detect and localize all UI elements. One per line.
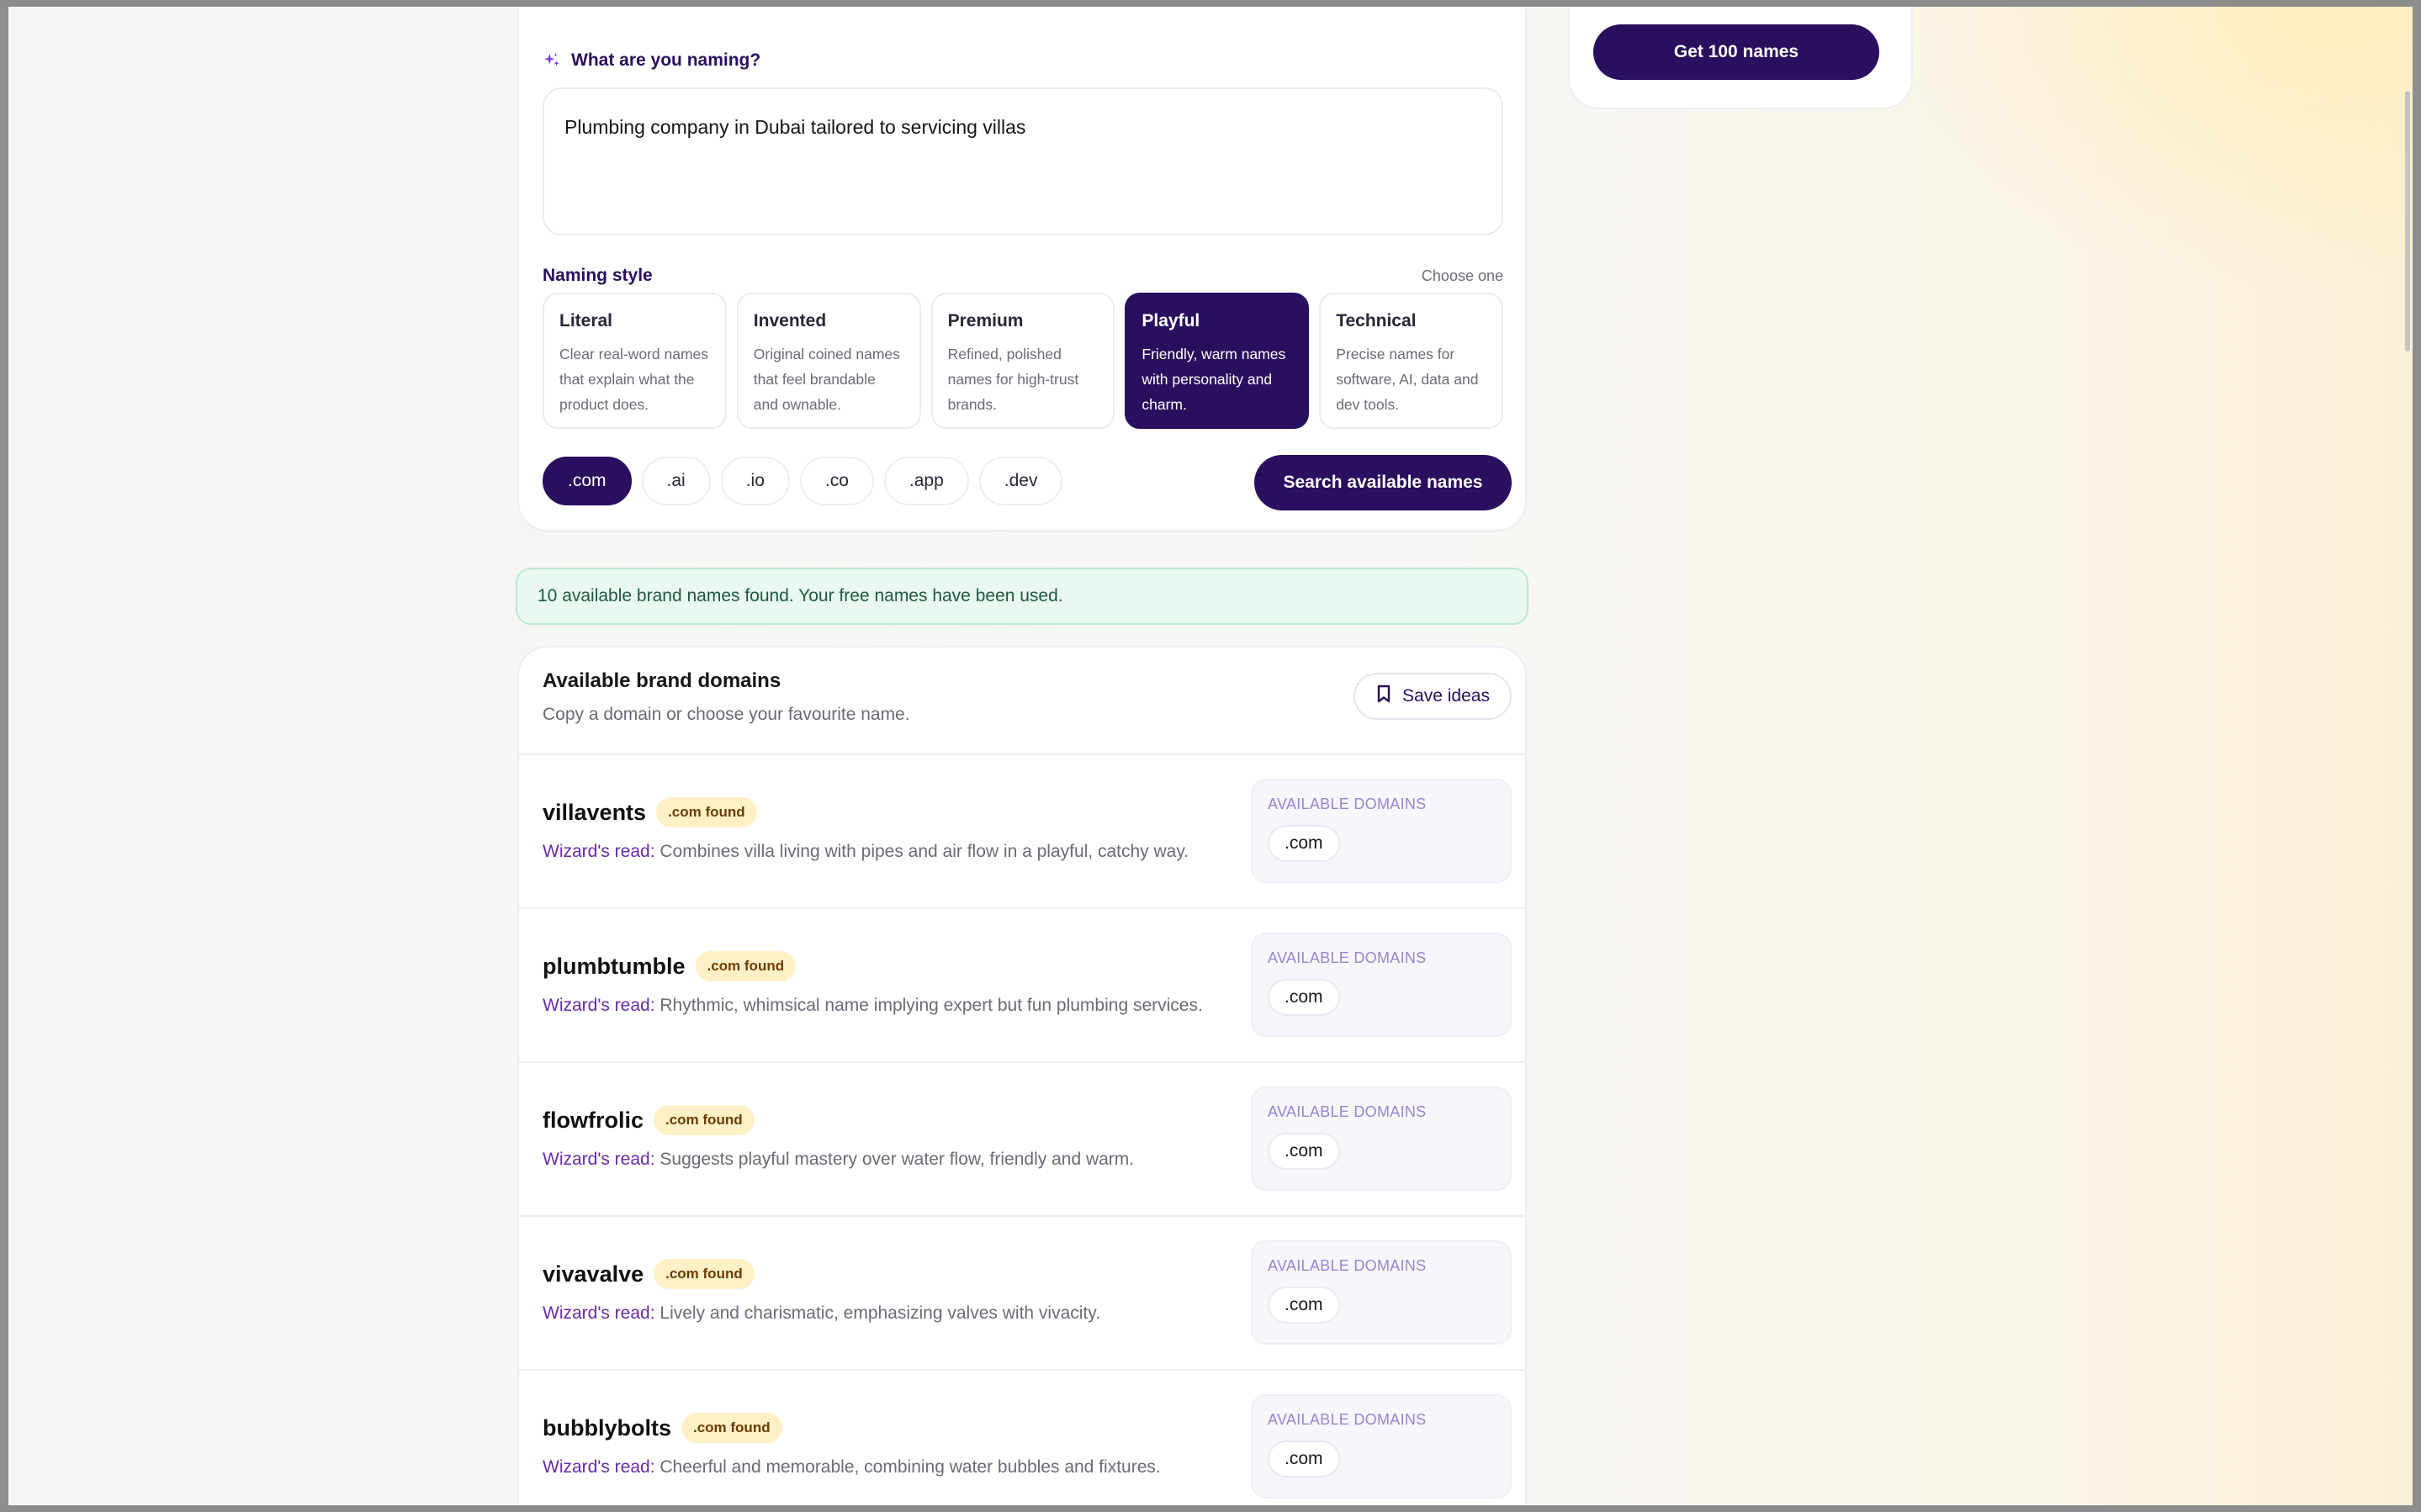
search-available-names-button[interactable]: Search available names xyxy=(1254,455,1512,510)
style-option-literal[interactable]: Literal Clear real-word names that expla… xyxy=(543,293,727,429)
domain-chip[interactable]: .com xyxy=(1268,1441,1340,1478)
results-subtitle: Copy a domain or choose your favourite n… xyxy=(543,705,910,724)
get-100-names-button[interactable]: Get 100 names xyxy=(1593,24,1879,80)
available-domains-label: AVAILABLE DOMAINS xyxy=(1268,1257,1427,1274)
style-description: Clear real-word names that explain what … xyxy=(559,346,709,413)
domain-chip[interactable]: .com xyxy=(1268,1133,1340,1170)
wizard-read-text: Rhythmic, whimsical name implying expert… xyxy=(660,996,1203,1015)
wizard-read-text: Cheerful and memorable, combining water … xyxy=(660,1457,1161,1477)
style-title: Playful xyxy=(1142,311,1200,330)
brand-name[interactable]: plumbtumble xyxy=(543,954,686,980)
style-option-premium[interactable]: Premium Refined, polished names for high… xyxy=(930,293,1115,429)
com-found-badge: .com found xyxy=(681,1413,782,1443)
available-domains-box: AVAILABLE DOMAINS .com xyxy=(1251,1240,1512,1345)
description-textarea[interactable]: Plumbing company in Dubai tailored to se… xyxy=(543,87,1503,235)
brand-name[interactable]: flowfrolic xyxy=(543,1108,644,1134)
sparkle-icon xyxy=(543,51,561,70)
tld-dev[interactable]: .dev xyxy=(978,457,1063,505)
tld-io[interactable]: .io xyxy=(720,457,790,505)
style-title: Technical xyxy=(1336,311,1417,330)
upgrade-card: Get 100 names xyxy=(1568,7,1913,109)
brand-name[interactable]: villavents xyxy=(543,800,646,826)
result-row: plumbtumble .com found Wizard's read: Rh… xyxy=(519,909,1525,1063)
style-title: Premium xyxy=(947,311,1024,330)
tld-co[interactable]: .co xyxy=(799,457,874,505)
tld-ai[interactable]: .ai xyxy=(641,457,711,505)
style-title: Invented xyxy=(753,311,827,330)
available-domains-label: AVAILABLE DOMAINS xyxy=(1268,949,1427,966)
available-domains-box: AVAILABLE DOMAINS .com xyxy=(1251,1394,1512,1499)
result-row: flowfrolic .com found Wizard's read: Sug… xyxy=(519,1063,1525,1217)
style-title: Literal xyxy=(559,311,613,330)
available-domains-box: AVAILABLE DOMAINS .com xyxy=(1251,1086,1512,1191)
scrollbar[interactable] xyxy=(2401,7,2413,1505)
brand-name[interactable]: bubblybolts xyxy=(543,1415,671,1441)
wizard-read-label: Wizard's read: xyxy=(543,842,655,861)
naming-style-title: Naming style xyxy=(543,266,653,285)
wizard-read-text: Combines villa living with pipes and air… xyxy=(660,842,1189,861)
scrollbar-thumb[interactable] xyxy=(2405,91,2410,352)
available-domains-label: AVAILABLE DOMAINS xyxy=(1268,1103,1427,1120)
results-title: Available brand domains xyxy=(543,669,781,692)
page: Get 100 names What are you naming? Plumb… xyxy=(8,7,2413,1505)
com-found-badge: .com found xyxy=(656,797,757,827)
wizard-read: Wizard's read: Suggests playful mastery … xyxy=(543,1150,1134,1170)
save-ideas-label: Save ideas xyxy=(1402,686,1490,706)
com-found-badge: .com found xyxy=(654,1105,755,1135)
available-domains-label: AVAILABLE DOMAINS xyxy=(1268,796,1427,812)
status-notice: 10 available brand names found. Your fre… xyxy=(516,568,1528,625)
question-label: What are you naming? xyxy=(571,50,761,70)
tld-selector: .com .ai .io .co .app .dev xyxy=(543,457,1063,505)
wizard-read: Wizard's read: Lively and charismatic, e… xyxy=(543,1303,1100,1324)
question-header: What are you naming? xyxy=(543,50,760,71)
wizard-read: Wizard's read: Rhythmic, whimsical name … xyxy=(543,996,1203,1016)
wizard-read: Wizard's read: Cheerful and memorable, c… xyxy=(543,1457,1161,1478)
available-domains-label: AVAILABLE DOMAINS xyxy=(1268,1411,1427,1428)
com-found-badge: .com found xyxy=(695,951,797,981)
naming-style-options: Literal Clear real-word names that expla… xyxy=(543,293,1503,429)
domain-chip[interactable]: .com xyxy=(1268,825,1340,862)
domain-chip[interactable]: .com xyxy=(1268,979,1340,1016)
style-description: Friendly, warm names with personality an… xyxy=(1142,346,1286,413)
naming-form: What are you naming? Plumbing company in… xyxy=(517,7,1527,531)
wizard-read: Wizard's read: Combines villa living wit… xyxy=(543,842,1189,862)
result-row: bubblybolts .com found Wizard's read: Ch… xyxy=(519,1371,1525,1505)
wizard-read-label: Wizard's read: xyxy=(543,1457,655,1477)
wizard-read-text: Lively and charismatic, emphasizing valv… xyxy=(660,1303,1101,1323)
style-option-invented[interactable]: Invented Original coined names that feel… xyxy=(736,293,921,429)
save-ideas-button[interactable]: Save ideas xyxy=(1354,673,1512,720)
wizard-read-label: Wizard's read: xyxy=(543,1303,655,1323)
bookmark-icon xyxy=(1375,684,1392,709)
naming-style-hint: Choose one xyxy=(1421,267,1503,284)
brand-name[interactable]: vivavalve xyxy=(543,1261,644,1287)
result-row: villavents .com found Wizard's read: Com… xyxy=(519,755,1525,909)
result-row: vivavalve .com found Wizard's read: Live… xyxy=(519,1217,1525,1371)
tld-com[interactable]: .com xyxy=(543,457,632,505)
com-found-badge: .com found xyxy=(654,1259,755,1289)
available-domains-box: AVAILABLE DOMAINS .com xyxy=(1251,779,1512,883)
wizard-read-label: Wizard's read: xyxy=(543,1150,655,1169)
naming-style-header: Naming style Choose one xyxy=(543,266,1503,286)
style-option-technical[interactable]: Technical Precise names for software, AI… xyxy=(1319,293,1503,429)
background-glow xyxy=(1857,7,2413,293)
style-description: Refined, polished names for high-trust b… xyxy=(947,346,1079,413)
style-option-playful[interactable]: Playful Friendly, warm names with person… xyxy=(1125,293,1310,429)
wizard-read-text: Suggests playful mastery over water flow… xyxy=(660,1150,1135,1169)
tld-app[interactable]: .app xyxy=(883,457,969,505)
available-domains-box: AVAILABLE DOMAINS .com xyxy=(1251,933,1512,1037)
results-header: Available brand domains Copy a domain or… xyxy=(543,669,910,725)
style-description: Original coined names that feel brandabl… xyxy=(753,346,900,413)
wizard-read-label: Wizard's read: xyxy=(543,996,655,1015)
domain-chip[interactable]: .com xyxy=(1268,1287,1340,1324)
style-description: Precise names for software, AI, data and… xyxy=(1336,346,1479,413)
results-card: Available brand domains Copy a domain or… xyxy=(517,646,1527,1505)
